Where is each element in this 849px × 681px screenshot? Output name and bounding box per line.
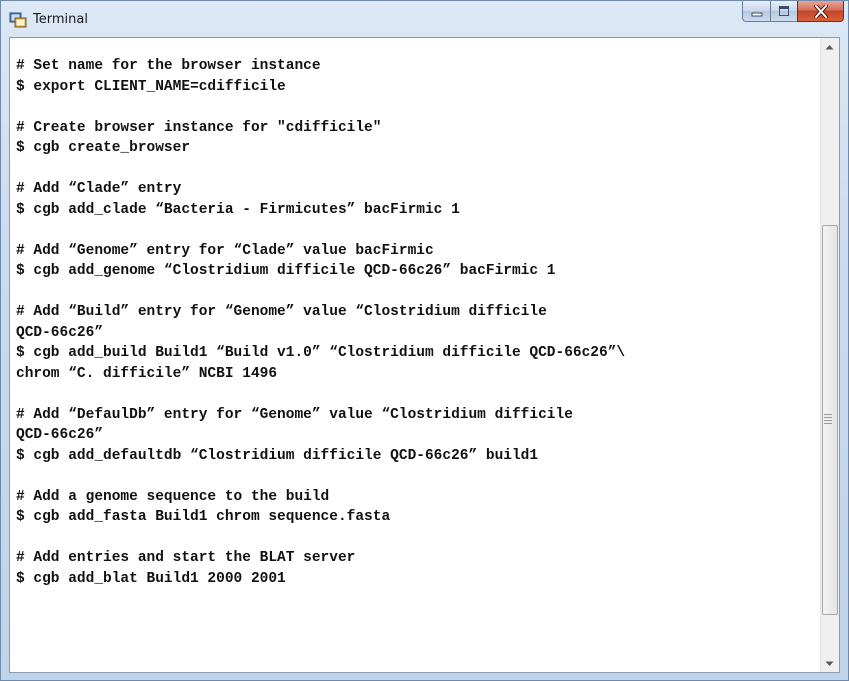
scroll-up-arrow-icon (825, 44, 834, 49)
title-bar[interactable]: Terminal (1, 1, 848, 37)
vertical-scrollbar[interactable] (820, 38, 839, 672)
terminal-command-line: $ export CLIENT_NAME=cdifficile (16, 78, 286, 95)
window-title: Terminal (33, 12, 88, 27)
terminal-output[interactable]: # Set name for the browser instance $ exp… (10, 38, 821, 672)
terminal-comment-line: # Add “Genome” entry for “Clade” value b… (16, 242, 434, 259)
window-controls (742, 1, 844, 23)
scroll-up-button[interactable] (821, 38, 838, 55)
terminal-command-line: $ cgb add_blat Build1 2000 2001 (16, 570, 286, 587)
terminal-command-line: QCD-66c26” (16, 324, 104, 341)
terminal-command-line: chrom “C. difficile” NCBI 1496 (16, 365, 278, 382)
scroll-down-arrow-icon (825, 661, 834, 666)
scroll-grip-icon (824, 414, 832, 426)
close-icon (813, 4, 828, 18)
terminal-client-area[interactable]: # Set name for the browser instance $ exp… (9, 37, 840, 673)
terminal-comment-line: # Add “DefaulDb” entry for “Genome” valu… (16, 406, 573, 423)
minimize-button[interactable] (742, 1, 770, 22)
minimize-icon (751, 12, 762, 17)
terminal-command-line: $ cgb create_browser (16, 140, 191, 156)
terminal-command-line: $ cgb add_clade “Bacteria - Firmicutes” … (16, 201, 460, 218)
terminal-window: Terminal # Set name for the browser inst… (0, 0, 849, 681)
terminal-app-icon[interactable] (9, 11, 27, 29)
close-button[interactable] (797, 1, 844, 22)
maximize-button[interactable] (770, 1, 797, 22)
terminal-command-line: $ cgb add_genome “Clostridium difficile … (16, 263, 556, 279)
terminal-comment-line: # Add “Clade” entry (16, 181, 182, 197)
terminal-comment-line: # Add “Build” entry for “Genome” value “… (16, 304, 547, 320)
terminal-comment-line: # Add a genome sequence to the build (16, 488, 330, 505)
scroll-down-button[interactable] (821, 655, 838, 672)
terminal-command-line: QCD-66c26” (16, 427, 104, 443)
terminal-comment-line: # Set name for the browser instance (16, 58, 321, 74)
terminal-comment-line: # Add entries and start the BLAT server (16, 550, 356, 566)
terminal-comment-line: # Create browser instance for "cdifficil… (16, 119, 382, 136)
terminal-command-line: $ cgb add_fasta Build1 chrom sequence.fa… (16, 509, 391, 525)
maximize-icon (779, 6, 789, 16)
terminal-command-line: $ cgb add_build Build1 “Build v1.0” “Clo… (16, 345, 626, 361)
terminal-command-line: $ cgb add_defaultdb “Clostridium diffici… (16, 447, 539, 464)
